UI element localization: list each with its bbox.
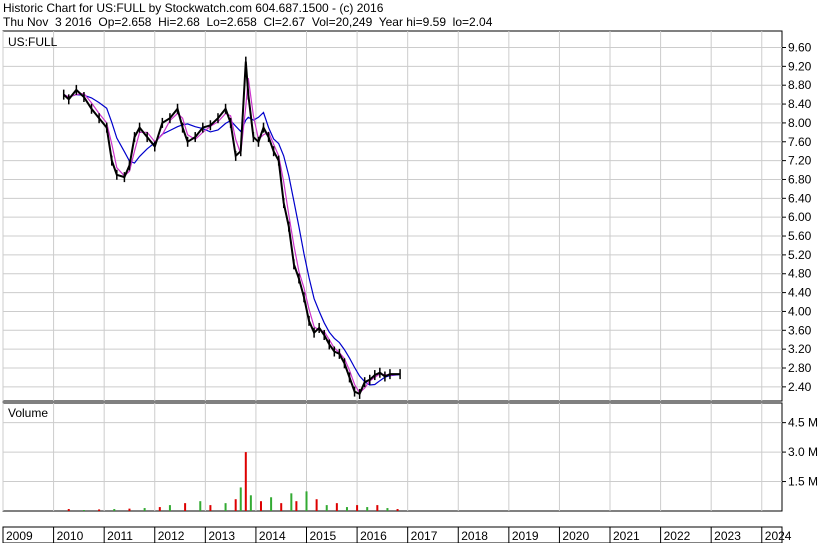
volume-label: Volume: [8, 406, 48, 420]
year-label: 2010: [57, 529, 84, 543]
price-tick-label: 7.20: [788, 154, 812, 168]
price-panel-frame: [2, 30, 783, 402]
volume-bar-20: [295, 501, 298, 511]
volume-bar-4: [128, 508, 131, 511]
volume-bar-18: [280, 503, 283, 511]
volume-bar-22: [315, 499, 318, 511]
volume-bar-14: [244, 452, 247, 511]
volume-tick-label: 4.5 M: [788, 416, 818, 430]
price-tick-label: 8.00: [788, 116, 812, 130]
price-tick-label: 6.00: [788, 210, 812, 224]
price-tick-label: 6.40: [788, 191, 812, 205]
year-label: 2018: [461, 529, 488, 543]
price-tick-label: 8.80: [788, 78, 812, 92]
price-tick-label: 8.40: [788, 97, 812, 111]
volume-bar-24: [335, 503, 338, 511]
volume-bar-15: [249, 495, 252, 511]
volume-bar-8: [184, 503, 187, 511]
price-tick-label: 4.40: [788, 286, 812, 300]
volume-bar-7: [168, 505, 171, 511]
year-label: 2020: [562, 529, 589, 543]
volume-bar-17: [270, 497, 273, 511]
volume-bar-1: [82, 510, 85, 511]
stock-chart: US:FULL 9.60 9.20 8.80 8.40 8.00 7.60 7.20 6.80…: [2, 30, 818, 543]
volume-bar-16: [259, 501, 262, 511]
year-label: 2009: [6, 529, 33, 543]
year-label: 2023: [714, 529, 741, 543]
volume-bar-29: [386, 508, 389, 511]
price-tick-label: 3.20: [788, 342, 812, 356]
volume-bar-2: [98, 509, 101, 511]
volume-bar-11: [224, 503, 227, 511]
price-panel: US:FULL 9.60 9.20 8.80 8.40 8.00 7.60 7.20 6.80…: [2, 30, 812, 402]
year-label: 2016: [360, 529, 387, 543]
price-tick-label: 3.60: [788, 323, 812, 337]
year-label: 2019: [512, 529, 539, 543]
price-tick-label: 9.60: [788, 40, 812, 54]
volume-panel: Volume 4.5 M 3.0 M 1.5 M: [2, 402, 818, 512]
volume-bar-10: [209, 505, 212, 511]
volume-bar-5: [143, 508, 146, 511]
year-label: 2012: [158, 529, 185, 543]
year-label: 2015: [310, 529, 337, 543]
volume-bar-26: [356, 505, 359, 511]
year-label: 2024: [765, 529, 792, 543]
volume-bar-0: [67, 509, 70, 511]
price-tick-label: 2.40: [788, 380, 812, 394]
volume-bar-13: [239, 487, 242, 511]
price-tick-label: 7.60: [788, 135, 812, 149]
volume-bar-30: [396, 509, 399, 511]
volume-tick-label: 1.5 M: [788, 475, 818, 489]
year-label: 2021: [613, 529, 640, 543]
year-label: 2022: [664, 529, 691, 543]
price-tick-label: 2.80: [788, 361, 812, 375]
volume-bar-9: [199, 501, 202, 511]
volume-bar-19: [290, 493, 293, 511]
volume-bar-12: [234, 499, 237, 511]
volume-bar-27: [366, 507, 369, 511]
year-label: 2017: [411, 529, 438, 543]
year-label: 2011: [107, 529, 133, 543]
year-label: 2013: [208, 529, 235, 543]
volume-bar-21: [305, 491, 308, 511]
price-tick-label: 5.20: [788, 248, 812, 262]
volume-bar-28: [376, 505, 379, 511]
volume-tick-label: 3.0 M: [788, 445, 818, 459]
volume-panel-frame: [2, 402, 783, 512]
symbol-label: US:FULL: [8, 35, 58, 49]
volume-bar-23: [325, 505, 328, 511]
year-label: 2014: [259, 529, 286, 543]
price-tick-label: 4.80: [788, 267, 812, 281]
year-axis: 2009 2010 2011 2012 2013 2014 2015 2016 2017 2018…: [2, 526, 792, 543]
volume-bar-3: [113, 509, 116, 511]
volume-axis: 4.5 M 3.0 M 1.5 M: [782, 416, 818, 489]
price-tick-label: 5.60: [788, 229, 812, 243]
price-axis: 9.60 9.20 8.80 8.40 8.00 7.60 7.20 6.80 6.40 6.00…: [782, 40, 812, 394]
price-tick-label: 4.00: [788, 304, 812, 318]
volume-bar-6: [158, 507, 161, 511]
price-tick-label: 9.20: [788, 59, 812, 73]
volume-bar-25: [345, 507, 348, 511]
price-tick-label: 6.80: [788, 172, 812, 186]
